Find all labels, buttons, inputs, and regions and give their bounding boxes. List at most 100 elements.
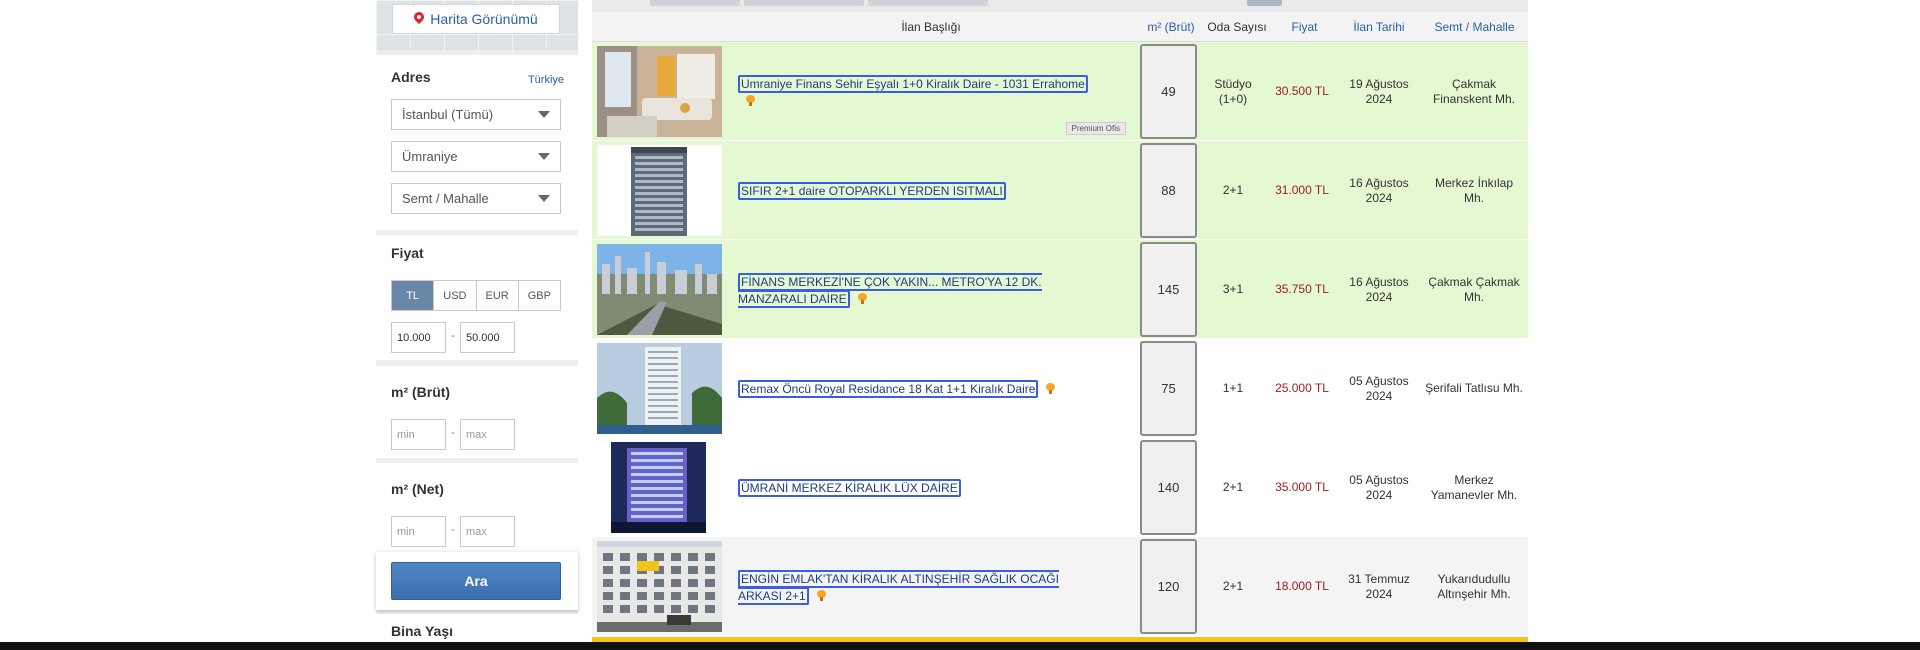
m2-brut-max-input[interactable] xyxy=(460,419,515,450)
bulb-icon xyxy=(816,589,826,601)
header-location[interactable]: Semt / Mahalle xyxy=(1421,12,1528,42)
listing-title-cell: FİNANS MERKEZİ'NE ÇOK YAKIN... METRO'YA … xyxy=(732,240,1130,339)
header-rooms: Oda Sayısı xyxy=(1207,20,1267,34)
listing-title-cell: Remax Öncü Royal Residance 18 Kat 1+1 Ki… xyxy=(732,339,1130,438)
listing-thumbnail[interactable] xyxy=(597,46,722,137)
location-value: Şerifali Tatlısu Mh. xyxy=(1425,381,1523,395)
listing-title-cell: Umraniye Finans Sehir Eşyalı 1+0 Kiralık… xyxy=(732,42,1130,141)
header-m2-brut[interactable]: m² (Brüt) xyxy=(1140,12,1202,42)
m2-brut-panel: m² (Brüt) - xyxy=(376,366,578,458)
date-value: 16 Ağustos 2024 xyxy=(1349,274,1409,304)
m2-net-panel: m² (Net) - xyxy=(376,463,578,555)
listing-title-cell: ENGİN EMLAK'TAN KİRALIK ALTINŞEHİR SAĞLI… xyxy=(732,537,1130,636)
listing-title-link[interactable]: Remax Öncü Royal Residance 18 Kat 1+1 Ki… xyxy=(738,380,1039,398)
address-panel: Adres Türkiye İstanbul (Tümü) Ümraniye S… xyxy=(376,55,578,230)
listing-title-link[interactable]: ÜMRANİ MERKEZ KİRALIK LÜX DAİRE xyxy=(738,479,961,497)
price-value: 25.000 TL xyxy=(1275,381,1329,395)
rooms-value: 1+1 xyxy=(1222,381,1244,395)
view-tab[interactable] xyxy=(868,0,988,6)
filter-sidebar: Harita Görünümü Adres Türkiye İstanbul (… xyxy=(376,0,578,650)
listing-thumbnail[interactable] xyxy=(597,343,722,434)
table-row[interactable]: ÜMRANİ MERKEZ KİRALIK LÜX DAİRE 140 2+1 35.… xyxy=(592,438,1528,537)
table-row[interactable]: ENGİN EMLAK'TAN KİRALIK ALTINŞEHİR SAĞLI… xyxy=(592,537,1528,636)
date-value: 19 Ağustos 2024 xyxy=(1349,76,1409,106)
m2-brut-min-input[interactable] xyxy=(391,419,446,450)
table-row[interactable]: Remax Öncü Royal Residance 18 Kat 1+1 Ki… xyxy=(592,339,1528,438)
table-row[interactable]: SIFIR 2+1 daire OTOPARKLI YERDEN ISITMAL… xyxy=(592,141,1528,240)
listing-thumbnail[interactable] xyxy=(597,541,722,632)
header-price[interactable]: Fiyat xyxy=(1272,12,1337,42)
location-value: Çakmak Finanskent Mh. xyxy=(1432,76,1516,106)
listing-title-link[interactable]: SIFIR 2+1 daire OTOPARKLI YERDEN ISITMAL… xyxy=(738,182,1006,200)
district-select[interactable]: Ümraniye xyxy=(391,141,561,172)
price-value: 31.000 TL xyxy=(1275,183,1329,197)
currency-tl-button[interactable]: TL xyxy=(392,281,435,310)
table-row[interactable]: FİNANS MERKEZİ'NE ÇOK YAKIN... METRO'YA … xyxy=(592,240,1528,339)
search-bar: Ara xyxy=(376,552,578,610)
listing-thumbnail[interactable] xyxy=(597,442,722,533)
header-date[interactable]: İlan Tarihi xyxy=(1337,12,1421,42)
listing-thumbnail[interactable] xyxy=(597,244,722,335)
premium-badge: Premium Ofis xyxy=(1065,122,1126,135)
price-value: 18.000 TL xyxy=(1275,579,1329,593)
view-tab[interactable] xyxy=(1247,0,1282,6)
rooms-value: 2+1 xyxy=(1222,579,1244,593)
taskbar-strip xyxy=(0,642,1920,650)
date-value: 31 Temmuz 2024 xyxy=(1348,571,1410,601)
price-panel: Fiyat TL USD EUR GBP - xyxy=(376,235,578,360)
location-value: Çakmak Çakmak Mh. xyxy=(1428,274,1520,304)
rooms-value: Stüdyo (1+0) xyxy=(1214,76,1252,106)
currency-selector: TL USD EUR GBP xyxy=(391,280,561,311)
price-value: 30.500 TL xyxy=(1275,84,1329,98)
range-dash: - xyxy=(451,524,455,536)
map-pin-icon xyxy=(414,12,424,26)
price-value: 35.750 TL xyxy=(1275,282,1329,296)
currency-usd-button[interactable]: USD xyxy=(434,281,477,310)
m2-net-min-input[interactable] xyxy=(391,516,446,547)
m2-brut-title: m² (Brüt) xyxy=(391,384,451,400)
listing-title-cell: SIFIR 2+1 daire OTOPARKLI YERDEN ISITMAL… xyxy=(732,141,1130,240)
map-view-button[interactable]: Harita Görünümü xyxy=(392,4,560,34)
currency-eur-button[interactable]: EUR xyxy=(476,281,519,310)
price-title: Fiyat xyxy=(391,245,424,261)
price-max-input[interactable] xyxy=(460,322,515,353)
view-tab[interactable] xyxy=(744,0,864,6)
m2-value: 120 xyxy=(1140,539,1197,634)
bulb-icon xyxy=(857,292,867,304)
city-select[interactable]: İstanbul (Tümü) xyxy=(391,99,561,130)
m2-net-max-input[interactable] xyxy=(460,516,515,547)
rooms-value: 3+1 xyxy=(1222,282,1244,296)
address-title: Adres xyxy=(391,69,431,85)
header-title: İlan Başlığı xyxy=(901,20,961,34)
m2-value: 49 xyxy=(1140,44,1197,139)
bulb-icon xyxy=(746,94,755,106)
city-select-value: İstanbul (Tümü) xyxy=(402,107,494,122)
view-tab[interactable] xyxy=(650,0,740,6)
neighborhood-select-value: Semt / Mahalle xyxy=(402,191,489,206)
m2-value: 140 xyxy=(1140,440,1197,535)
price-value: 35.000 TL xyxy=(1275,480,1329,494)
page: Harita Görünümü Adres Türkiye İstanbul (… xyxy=(0,0,1920,650)
neighborhood-select[interactable]: Semt / Mahalle xyxy=(391,183,561,214)
country-link[interactable]: Türkiye xyxy=(528,74,564,86)
listing-thumbnail[interactable] xyxy=(597,145,722,236)
bulb-icon xyxy=(1046,383,1056,395)
search-button[interactable]: Ara xyxy=(391,562,561,600)
listing-title-link[interactable]: FİNANS MERKEZİ'NE ÇOK YAKIN... METRO'YA … xyxy=(738,272,1042,308)
range-dash: - xyxy=(451,427,455,439)
results-table: İlan Başlığı m² (Brüt) Oda Sayısı Fiyat … xyxy=(592,0,1528,650)
rooms-value: 2+1 xyxy=(1222,183,1244,197)
listing-title-link[interactable]: ENGİN EMLAK'TAN KİRALIK ALTINŞEHİR SAĞLI… xyxy=(738,569,1059,605)
m2-net-title: m² (Net) xyxy=(391,481,444,497)
map-preview: Harita Görünümü xyxy=(376,0,578,50)
listing-title-link[interactable]: Umraniye Finans Sehir Eşyalı 1+0 Kiralık… xyxy=(738,74,1088,93)
listing-title-cell: ÜMRANİ MERKEZ KİRALIK LÜX DAİRE xyxy=(732,438,1130,537)
date-value: 16 Ağustos 2024 xyxy=(1349,175,1409,205)
table-row[interactable]: Umraniye Finans Sehir Eşyalı 1+0 Kiralık… xyxy=(592,42,1528,141)
price-min-input[interactable] xyxy=(391,322,446,353)
m2-value: 145 xyxy=(1140,242,1197,337)
currency-gbp-button[interactable]: GBP xyxy=(518,281,560,310)
district-select-value: Ümraniye xyxy=(402,149,458,164)
date-value: 05 Ağustos 2024 xyxy=(1349,373,1409,403)
view-tabs xyxy=(592,0,1528,12)
